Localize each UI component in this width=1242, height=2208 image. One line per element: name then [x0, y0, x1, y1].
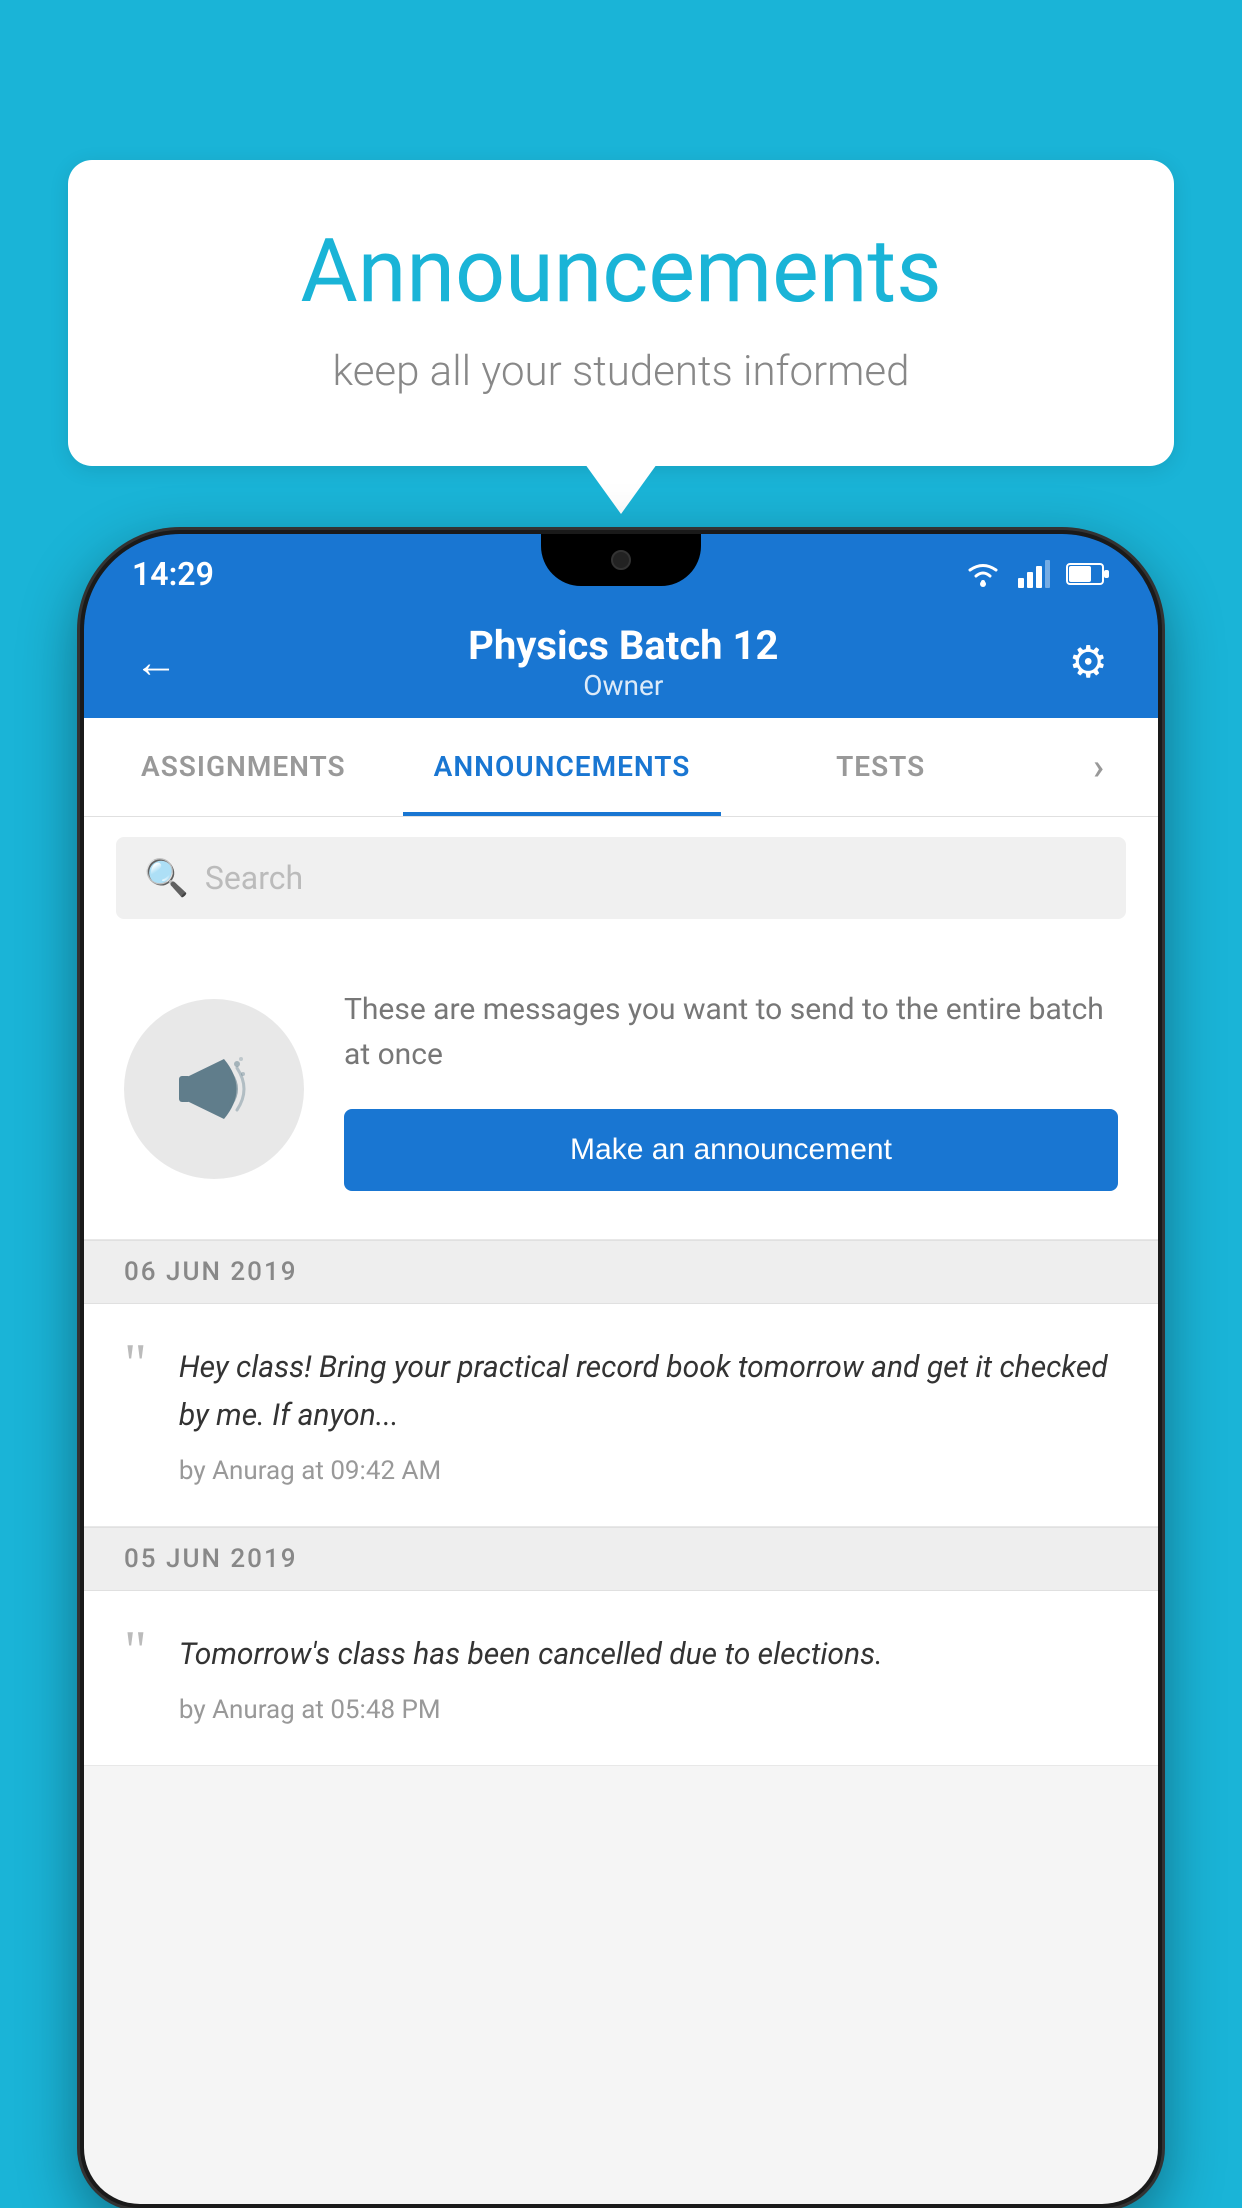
- announcement-prompt: These are messages you want to send to t…: [84, 939, 1158, 1240]
- announcement-text-2: Tomorrow's class has been cancelled due …: [179, 1631, 1118, 1679]
- announcement-body-1: Hey class! Bring your practical record b…: [179, 1344, 1118, 1486]
- prompt-description: These are messages you want to send to t…: [344, 987, 1118, 1077]
- announcement-item-1: " Hey class! Bring your practical record…: [84, 1304, 1158, 1527]
- speech-bubble: Announcements keep all your students inf…: [68, 160, 1174, 466]
- speech-bubble-subtitle: keep all your students informed: [148, 347, 1094, 396]
- quote-icon-2: ": [124, 1623, 147, 1679]
- tab-assignments[interactable]: ASSIGNMENTS: [84, 718, 403, 816]
- search-bar[interactable]: 🔍 Search: [116, 837, 1126, 919]
- battery-icon: [1066, 563, 1110, 585]
- tab-tests[interactable]: TESTS: [721, 718, 1040, 816]
- user-role: Owner: [468, 669, 778, 702]
- wifi-icon: [964, 560, 1002, 588]
- front-camera: [611, 550, 631, 570]
- phone-frame: 14:29: [80, 530, 1162, 2208]
- megaphone-icon: [169, 1044, 259, 1134]
- status-time: 14:29: [132, 555, 214, 593]
- speech-bubble-title: Announcements: [148, 220, 1094, 323]
- status-icons: [964, 560, 1110, 588]
- tab-announcements[interactable]: ANNOUNCEMENTS: [403, 718, 722, 816]
- screen-content: 🔍 Search: [84, 817, 1158, 2204]
- app-header: ← Physics Batch 12 Owner ⚙: [84, 606, 1158, 718]
- prompt-right: These are messages you want to send to t…: [344, 987, 1118, 1191]
- date-divider-1: 06 JUN 2019: [84, 1240, 1158, 1304]
- batch-name: Physics Batch 12: [468, 622, 778, 669]
- search-input[interactable]: Search: [205, 859, 303, 897]
- make-announcement-button[interactable]: Make an announcement: [344, 1109, 1118, 1191]
- header-title-block: Physics Batch 12 Owner: [468, 622, 778, 702]
- phone-inner: 14:29: [84, 534, 1158, 2204]
- date-divider-2: 05 JUN 2019: [84, 1527, 1158, 1591]
- search-container: 🔍 Search: [84, 817, 1158, 939]
- notch: [541, 534, 701, 586]
- tabs-container: ASSIGNMENTS ANNOUNCEMENTS TESTS ›: [84, 718, 1158, 817]
- announcement-body-2: Tomorrow's class has been cancelled due …: [179, 1631, 1118, 1725]
- megaphone-circle: [124, 999, 304, 1179]
- quote-icon-1: ": [124, 1336, 147, 1392]
- announcement-meta-1: by Anurag at 09:42 AM: [179, 1456, 1118, 1486]
- tab-more[interactable]: ›: [1040, 718, 1158, 816]
- signal-icon: [1018, 560, 1050, 588]
- announcement-item-2: " Tomorrow's class has been cancelled du…: [84, 1591, 1158, 1766]
- announcement-text-1: Hey class! Bring your practical record b…: [179, 1344, 1118, 1440]
- back-button[interactable]: ←: [124, 626, 188, 698]
- settings-button[interactable]: ⚙: [1059, 626, 1118, 698]
- announcement-meta-2: by Anurag at 05:48 PM: [179, 1695, 1118, 1725]
- search-icon: 🔍: [144, 857, 189, 899]
- speech-bubble-container: Announcements keep all your students inf…: [68, 160, 1174, 466]
